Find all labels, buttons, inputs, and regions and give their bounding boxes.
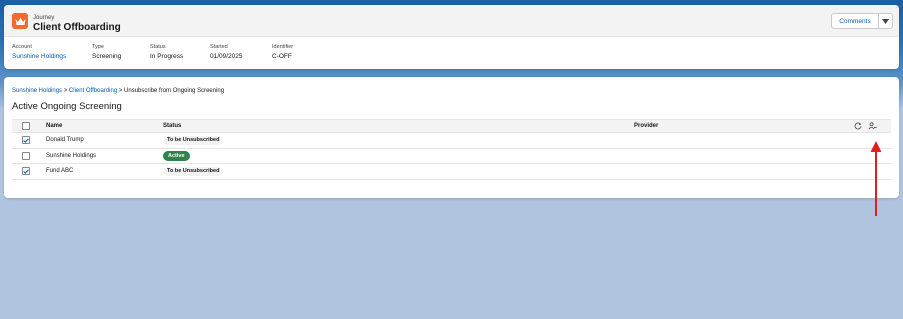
field-label: Started — [210, 44, 228, 50]
name-cell: Donald Trump — [46, 137, 84, 144]
field-label: Account — [12, 44, 32, 50]
header-checkbox-cell — [22, 120, 30, 132]
table-row: Sunshine Holdings Active — [12, 149, 891, 164]
section-title: Active Ongoing Screening — [12, 101, 122, 112]
field-label: Type — [92, 44, 104, 50]
breadcrumb-current: Unsubscribe from Ongoing Screening — [124, 88, 225, 94]
column-header-provider[interactable]: Provider — [634, 120, 658, 132]
table-header-row: Name Status Provider — [12, 119, 891, 133]
record-title: Client Offboarding — [33, 22, 121, 33]
select-all-checkbox[interactable] — [22, 122, 30, 130]
breadcrumb-separator: > — [118, 88, 123, 94]
table-actions — [853, 120, 881, 132]
breadcrumb-link-journey[interactable]: Client Offboarding — [69, 88, 117, 94]
breadcrumb-separator: > — [63, 88, 68, 94]
field-value: 01/09/2025 — [210, 53, 243, 60]
field-type: Type Screening — [92, 44, 121, 60]
status-badge: To be Unsubscribed — [163, 166, 224, 176]
status-cell: To be Unsubscribed — [163, 133, 224, 148]
status-cell: To be Unsubscribed — [163, 164, 224, 179]
name-cell: Fund ABC — [46, 168, 74, 175]
refresh-icon[interactable] — [853, 121, 863, 131]
object-type-label: Journey — [33, 15, 55, 21]
field-status: Status In Progress — [150, 44, 183, 60]
screening-table: Name Status Provider Donald Trump To be … — [12, 119, 891, 180]
user-remove-icon[interactable] — [867, 121, 877, 131]
chevron-down-icon — [882, 18, 889, 24]
account-link[interactable]: Sunshine Holdings — [12, 53, 66, 60]
field-started: Started 01/09/2025 — [210, 44, 243, 60]
row-checkbox[interactable] — [22, 151, 30, 160]
field-identifier: Identifier C-OFF — [272, 44, 293, 60]
status-cell: Active — [163, 149, 190, 164]
field-value: C-OFF — [272, 53, 292, 60]
breadcrumb: Sunshine Holdings > Client Offboarding >… — [12, 88, 224, 94]
record-header: Journey Client Offboarding Comments Acco… — [4, 5, 899, 69]
column-header-status[interactable]: Status — [163, 120, 181, 132]
annotation-arrow — [870, 141, 882, 216]
field-value: Screening — [92, 53, 122, 60]
row-checkbox-checked[interactable] — [22, 167, 30, 176]
comments-button[interactable]: Comments — [831, 13, 879, 29]
table-row: Donald Trump To be Unsubscribed — [12, 133, 891, 149]
column-header-name[interactable]: Name — [46, 120, 62, 132]
comments-dropdown-button[interactable] — [878, 13, 893, 29]
table-row: Fund ABC To be Unsubscribed — [12, 164, 891, 180]
status-badge: To be Unsubscribed — [163, 135, 224, 145]
field-value: In Progress — [150, 53, 184, 60]
field-label: Identifier — [272, 44, 294, 50]
breadcrumb-link-account[interactable]: Sunshine Holdings — [12, 88, 62, 94]
row-checkbox-cell — [22, 164, 30, 179]
row-checkbox-checked[interactable] — [22, 136, 30, 145]
field-account: Account Sunshine Holdings — [12, 44, 66, 60]
field-label: Status — [150, 44, 166, 50]
name-cell: Sunshine Holdings — [46, 152, 97, 159]
status-badge: Active — [163, 150, 190, 161]
screening-card: Sunshine Holdings > Client Offboarding >… — [4, 77, 899, 198]
row-checkbox-cell — [22, 133, 30, 148]
highlights-panel: Account Sunshine Holdings Type Screening… — [4, 37, 899, 69]
crown-icon — [12, 13, 28, 29]
row-checkbox-cell — [22, 149, 30, 164]
header-title-bar: Journey Client Offboarding Comments — [4, 5, 899, 37]
